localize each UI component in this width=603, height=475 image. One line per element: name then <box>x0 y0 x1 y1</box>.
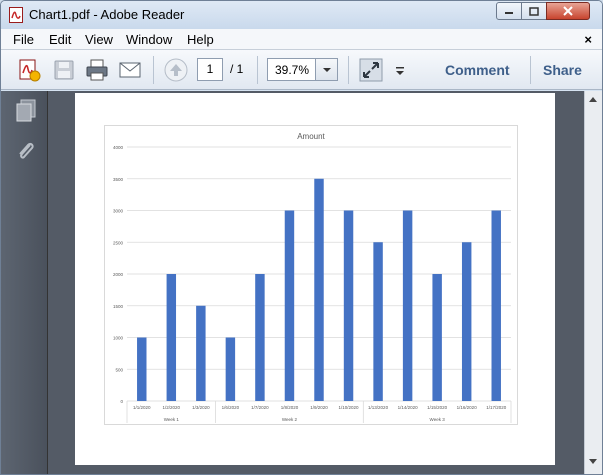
page-thumbnails-icon[interactable] <box>15 99 37 123</box>
x-tick-label: 1/16/2020 <box>457 405 478 410</box>
page-number-input[interactable]: 1 <box>197 58 223 81</box>
chart-title: Amount <box>297 132 325 141</box>
y-tick-label: 2500 <box>113 240 124 245</box>
toolbar-separator <box>530 56 531 84</box>
group-label: Week 2 <box>282 417 298 422</box>
x-tick-label: 1/3/2020 <box>192 405 210 410</box>
email-icon[interactable] <box>118 58 142 82</box>
title-bar: Chart1.pdf - Adobe Reader <box>1 1 602 29</box>
share-button[interactable]: Share <box>543 62 582 78</box>
y-tick-label: 0 <box>120 399 123 404</box>
y-tick-label: 2000 <box>113 272 124 277</box>
save-icon[interactable] <box>52 58 76 82</box>
page-total: / 1 <box>230 62 244 76</box>
full-screen-icon[interactable] <box>359 58 383 82</box>
x-tick-label: 1/9/2020 <box>310 405 328 410</box>
toolbar: 1 / 1 39.7% Comment Share <box>1 50 602 90</box>
bar <box>432 274 442 401</box>
y-tick-label: 3500 <box>113 177 124 182</box>
zoom-dropdown-button[interactable] <box>315 59 337 80</box>
toolbar-separator <box>257 56 258 84</box>
vertical-scrollbar[interactable] <box>584 91 602 474</box>
adobe-reader-window: Chart1.pdf - Adobe Reader File Edit View… <box>0 0 603 475</box>
previous-page-icon[interactable] <box>164 58 188 82</box>
minimize-icon <box>505 12 513 14</box>
menu-window[interactable]: Window <box>126 32 172 47</box>
bar <box>255 274 265 401</box>
y-tick-label: 4000 <box>113 145 124 150</box>
close-button[interactable] <box>546 2 590 20</box>
bar <box>491 210 501 401</box>
menu-bar: File Edit View Window Help × <box>1 29 602 50</box>
x-tick-label: 1/13/2020 <box>368 405 389 410</box>
bar <box>402 210 413 401</box>
bar <box>137 337 147 401</box>
menu-view[interactable]: View <box>85 32 113 47</box>
toolbar-options-icon[interactable] <box>394 58 406 82</box>
x-axis-labels: 1/1/2020 1/2/2020 1/3/2020 1/6/2020 1/7/2020… <box>133 405 507 410</box>
print-icon[interactable] <box>85 58 109 82</box>
pdf-page: Amount 0 500 1000 1500 2000 2500 3000 3500 4000 … <box>75 93 555 465</box>
toolbar-separator <box>153 56 154 84</box>
menu-edit[interactable]: Edit <box>49 32 71 47</box>
scroll-down-arrow-icon[interactable] <box>589 459 597 464</box>
minimize-button[interactable] <box>496 2 522 20</box>
pdf-file-icon <box>9 7 23 23</box>
y-tick-label: 1500 <box>113 304 124 309</box>
navigation-pane <box>1 91 48 474</box>
zoom-select[interactable]: 39.7% <box>267 58 338 81</box>
x-tick-label: 1/1/2020 <box>133 405 151 410</box>
bar-chart: Amount 05001000150020002500300035004000 … <box>113 132 512 423</box>
x-tick-label: 1/15/2020 <box>427 405 448 410</box>
bar <box>166 274 177 401</box>
bar <box>461 242 472 401</box>
close-icon <box>563 6 573 16</box>
group-label: Week 3 <box>430 417 446 422</box>
x-tick-label: 1/6/2020 <box>222 405 240 410</box>
maximize-icon <box>529 6 539 16</box>
bar <box>225 337 236 401</box>
group-label: Week 1 <box>164 417 180 422</box>
y-tick-label: 500 <box>115 367 123 372</box>
bar <box>373 242 383 401</box>
y-axis-ticks: 0 500 1000 1500 2000 2500 3000 3500 4000 <box>113 145 124 404</box>
x-tick-label: 1/14/2020 <box>398 405 419 410</box>
bar <box>314 178 324 401</box>
window-title: Chart1.pdf - Adobe Reader <box>29 7 185 22</box>
bar <box>284 210 295 401</box>
zoom-value: 39.7% <box>275 63 310 77</box>
menu-file[interactable]: File <box>13 32 34 47</box>
y-tick-label: 1000 <box>113 336 124 341</box>
create-pdf-icon[interactable] <box>17 58 41 82</box>
x-tick-label: 1/7/2020 <box>251 405 269 410</box>
chart-frame: Amount 0 500 1000 1500 2000 2500 3000 3500 4000 … <box>104 125 518 425</box>
document-close-button[interactable]: × <box>584 32 592 47</box>
chart-bars <box>137 178 501 401</box>
attachments-icon[interactable] <box>15 139 37 163</box>
maximize-button[interactable] <box>521 2 547 20</box>
x-tick-label: 1/8/2020 <box>281 405 299 410</box>
document-view[interactable]: Amount 0 500 1000 1500 2000 2500 3000 3500 4000 … <box>48 91 584 474</box>
bar <box>196 305 206 401</box>
bar <box>343 210 354 401</box>
y-tick-label: 3000 <box>113 209 124 214</box>
toolbar-separator <box>348 56 349 84</box>
scroll-up-arrow-icon[interactable] <box>589 97 597 102</box>
x-tick-label: 1/17/2020 <box>486 405 507 410</box>
menu-help[interactable]: Help <box>187 32 214 47</box>
comment-button[interactable]: Comment <box>445 62 510 78</box>
x-tick-label: 1/10/2020 <box>339 405 360 410</box>
x-tick-label: 1/2/2020 <box>163 405 181 410</box>
